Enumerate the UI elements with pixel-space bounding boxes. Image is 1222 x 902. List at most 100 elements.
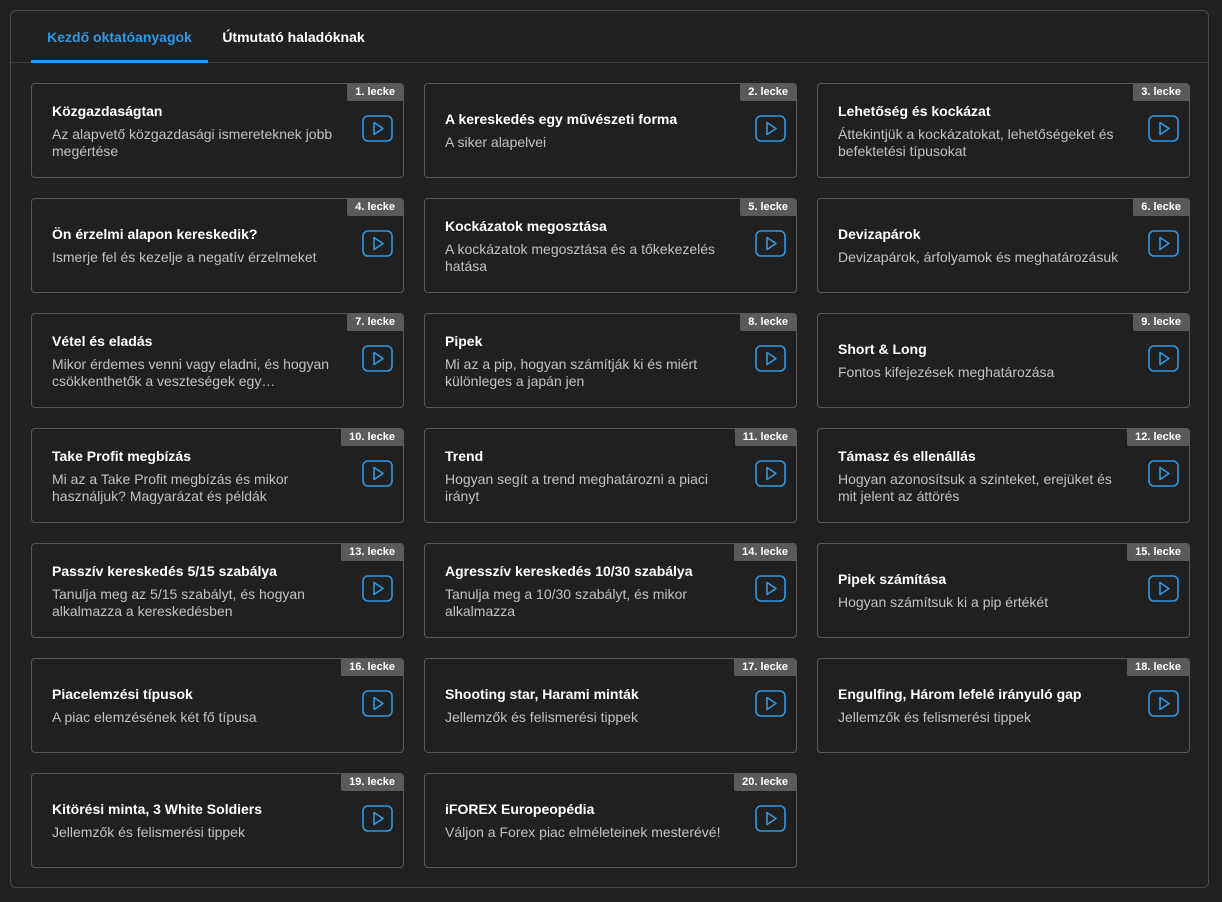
lesson-number-badge: 4. lecke [347, 199, 403, 216]
lesson-description: Mi az a Take Profit megbízás és mikor ha… [52, 470, 289, 504]
lesson-description: Hogyan számítsuk ki a pip értékét [838, 594, 1049, 610]
play-icon[interactable] [362, 690, 393, 717]
lesson-description: Az alapvető közgazdasági ismereteknek jo… [52, 125, 333, 159]
lesson-card[interactable]: 16. lecke Piacelemzési típusok A piac elem… [31, 658, 404, 753]
lesson-number-badge: 1. lecke [347, 84, 403, 101]
play-icon[interactable] [755, 805, 786, 832]
lesson-card[interactable]: 20. lecke iFOREX Europeopédia Váljon a For… [424, 773, 797, 868]
lesson-grid: 1. lecke Közgazdaságtan Az alapvető közgaz… [31, 83, 1190, 868]
play-icon[interactable] [362, 345, 393, 372]
lesson-number-badge: 18. lecke [1127, 659, 1189, 676]
lesson-number-badge: 7. lecke [347, 314, 403, 331]
lesson-number-badge: 17. lecke [734, 659, 796, 676]
lesson-title: Pipek [445, 332, 483, 349]
lesson-text: Devizapárok Devizapárok, árfolyamok és me… [838, 199, 1128, 292]
lesson-text: Vétel és eladás Mikor érdemes venni vagy … [52, 314, 342, 407]
lesson-card[interactable]: 4. lecke Ön érzelmi alapon kereskedik? Ism… [31, 198, 404, 293]
lesson-description: Ismerje fel és kezelje a negatív érzelme… [52, 249, 317, 265]
play-icon[interactable] [755, 230, 786, 257]
lesson-description: Hogyan segít a trend meghatározni a piac… [445, 470, 709, 504]
lesson-card[interactable]: 6. lecke Devizapárok Devizapárok, árfolyam… [817, 198, 1190, 293]
lesson-description: Devizapárok, árfolyamok és meghatározásu… [838, 249, 1119, 265]
lesson-text: Engulfing, Három lefelé irányuló gap Jell… [838, 659, 1128, 752]
play-icon[interactable] [1148, 460, 1179, 487]
play-icon[interactable] [755, 575, 786, 602]
lessons-panel: Kezdő oktatóanyagok Útmutató haladóknak … [10, 10, 1209, 888]
lesson-description: Tanulja meg a 10/30 szabályt, és mikor a… [445, 585, 688, 619]
lesson-text: Támasz és ellenállás Hogyan azonosítsuk a… [838, 429, 1128, 522]
play-icon[interactable] [1148, 115, 1179, 142]
play-icon[interactable] [362, 230, 393, 257]
lesson-number-badge: 15. lecke [1127, 544, 1189, 561]
play-icon[interactable] [1148, 575, 1179, 602]
lesson-text: iFOREX Europeopédia Váljon a Forex piac e… [445, 774, 735, 867]
lesson-number-badge: 16. lecke [341, 659, 403, 676]
tab-beginner-tutorials[interactable]: Kezdő oktatóanyagok [31, 11, 208, 63]
play-icon[interactable] [755, 460, 786, 487]
lesson-number-badge: 11. lecke [734, 429, 796, 446]
lesson-card[interactable]: 8. lecke Pipek Mi az a pip, hogyan számítj… [424, 313, 797, 408]
lesson-text: Take Profit megbízás Mi az a Take Profit … [52, 429, 342, 522]
lesson-card[interactable]: 5. lecke Kockázatok megosztása A kockázato… [424, 198, 797, 293]
lesson-card[interactable]: 17. lecke Shooting star, Harami minták Jel… [424, 658, 797, 753]
lesson-card[interactable]: 12. lecke Támasz és ellenállás Hogyan azon… [817, 428, 1190, 523]
lesson-card[interactable]: 11. lecke Trend Hogyan segít a trend megha… [424, 428, 797, 523]
lesson-card[interactable]: 18. lecke Engulfing, Három lefelé irányul… [817, 658, 1190, 753]
lesson-card[interactable]: 14. lecke Agresszív kereskedés 10/30 szab… [424, 543, 797, 638]
play-icon[interactable] [755, 690, 786, 717]
lesson-number-badge: 12. lecke [1127, 429, 1189, 446]
lesson-description: Áttekintjük a kockázatokat, lehetőségeke… [838, 125, 1114, 159]
lesson-card[interactable]: 9. lecke Short & Long Fontos kifejezések m… [817, 313, 1190, 408]
lesson-title: Vétel és eladás [52, 332, 153, 349]
play-icon[interactable] [362, 805, 393, 832]
lesson-number-badge: 20. lecke [734, 774, 796, 791]
lesson-title: Lehetőség és kockázat [838, 102, 991, 119]
lesson-description: Jellemzők és felismerési tippek [52, 824, 245, 840]
lesson-card[interactable]: 15. lecke Pipek számítása Hogyan számítsuk… [817, 543, 1190, 638]
lesson-title: Piacelemzési típusok [52, 686, 193, 702]
lesson-card[interactable]: 10. lecke Take Profit megbízás Mi az a Tak… [31, 428, 404, 523]
lesson-title: Kitörési minta, 3 White Soldiers [52, 801, 263, 817]
lesson-text: Agresszív kereskedés 10/30 szabálya Tanul… [445, 544, 735, 637]
lesson-number-badge: 8. lecke [740, 314, 796, 331]
play-icon[interactable] [1148, 230, 1179, 257]
lesson-title: Ön érzelmi alapon kereskedik? [52, 226, 258, 242]
lesson-card[interactable]: 13. lecke Passzív kereskedés 5/15 szabály… [31, 543, 404, 638]
lesson-text: Shooting star, Harami minták Jellemzők és… [445, 659, 735, 752]
lesson-description: A siker alapelvei [445, 134, 547, 150]
play-icon[interactable] [755, 115, 786, 142]
lesson-title: Engulfing, Három lefelé irányuló gap [838, 686, 1082, 702]
lesson-card[interactable]: 2. lecke A kereskedés egy művészeti forma… [424, 83, 797, 178]
lesson-description: Jellemzők és felismerési tippek [838, 709, 1031, 725]
lesson-description: Fontos kifejezések meghatározása [838, 364, 1055, 380]
play-icon[interactable] [362, 115, 393, 142]
play-icon[interactable] [1148, 345, 1179, 372]
lesson-text: Piacelemzési típusok A piac elemzésének k… [52, 659, 342, 752]
lesson-text: Pipek Mi az a pip, hogyan számítják ki és… [445, 314, 735, 407]
play-icon[interactable] [755, 345, 786, 372]
lesson-text: Kockázatok megosztása A kockázatok megosz… [445, 199, 735, 292]
lesson-number-badge: 14. lecke [734, 544, 796, 561]
lesson-card[interactable]: 3. lecke Lehetőség és kockázat Áttekintjük… [817, 83, 1190, 178]
play-icon[interactable] [362, 575, 393, 602]
play-icon[interactable] [362, 460, 393, 487]
lesson-text: Ön érzelmi alapon kereskedik? Ismerje fel… [52, 199, 342, 292]
lesson-card[interactable]: 1. lecke Közgazdaságtan Az alapvető közgaz… [31, 83, 404, 178]
lesson-card[interactable]: 19. lecke Kitörési minta, 3 White Soldier… [31, 773, 404, 868]
lesson-title: Shooting star, Harami minták [445, 686, 639, 702]
lesson-number-badge: 5. lecke [740, 199, 796, 216]
lesson-title: Take Profit megbízás [52, 447, 192, 464]
lesson-text: Kitörési minta, 3 White Soldiers Jellemző… [52, 774, 342, 867]
lesson-text: A kereskedés egy művészeti forma A siker … [445, 84, 735, 177]
lesson-number-badge: 2. lecke [740, 84, 796, 101]
lesson-number-badge: 13. lecke [341, 544, 403, 561]
lesson-title: Short & Long [838, 341, 927, 357]
play-icon[interactable] [1148, 690, 1179, 717]
lesson-card[interactable]: 7. lecke Vétel és eladás Mikor érdemes ven… [31, 313, 404, 408]
tab-advanced-guide[interactable]: Útmutató haladóknak [212, 11, 375, 62]
lesson-text: Pipek számítása Hogyan számítsuk ki a pip… [838, 544, 1128, 637]
lesson-title: Agresszív kereskedés 10/30 szabálya [445, 562, 693, 579]
lesson-title: A kereskedés egy művészeti forma [445, 111, 678, 127]
lesson-text: Trend Hogyan segít a trend meghatározni a… [445, 429, 735, 522]
lesson-description: Váljon a Forex piac elméleteinek mesteré… [445, 824, 721, 840]
